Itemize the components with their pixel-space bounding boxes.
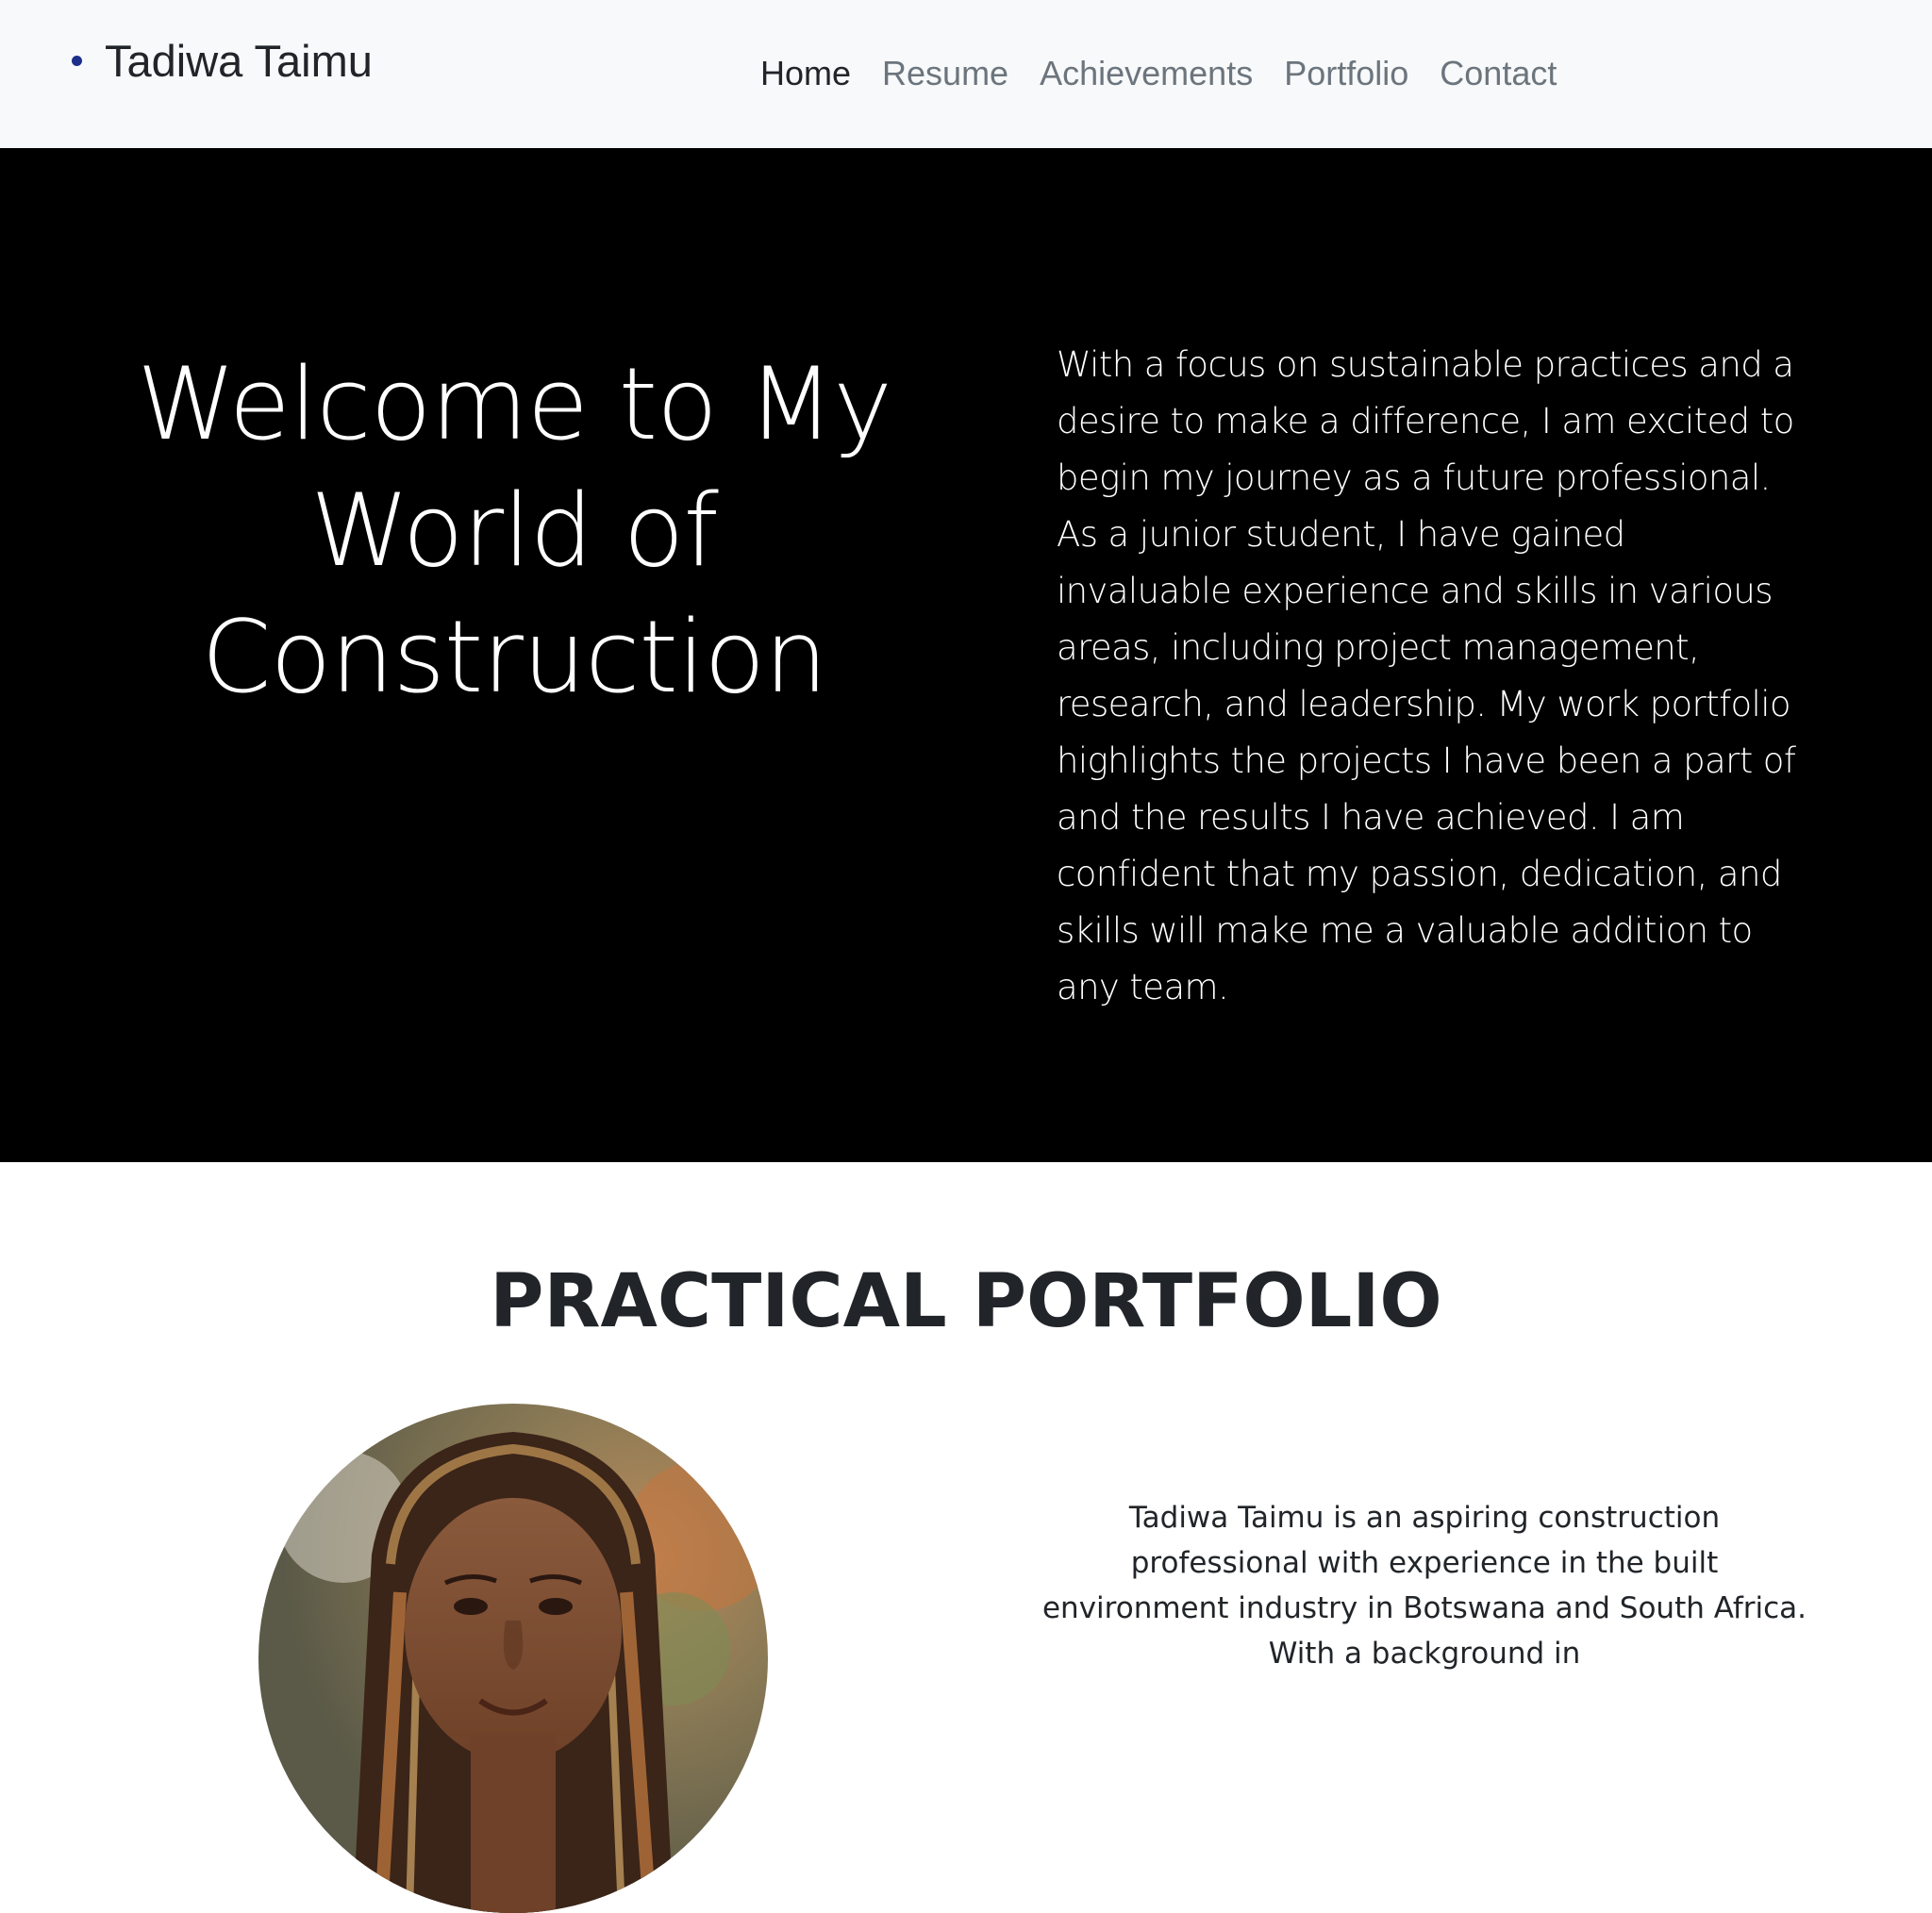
- navbar: Tadiwa Taimu Home Resume Achievements Po…: [0, 0, 1932, 148]
- nav-link-home[interactable]: Home: [760, 54, 851, 93]
- brand-name: Tadiwa Taimu: [105, 35, 373, 86]
- bullet-icon: [72, 55, 82, 66]
- portrait-image: [258, 1404, 768, 1913]
- profile-photo: [258, 1404, 768, 1913]
- brand-link[interactable]: Tadiwa Taimu: [72, 30, 373, 91]
- hero-section: Welcome to My World of Construction With…: [0, 148, 1932, 1162]
- nav-link-achievements[interactable]: Achievements: [1040, 54, 1253, 93]
- hero-intro-text: With a focus on sustainable practices an…: [1057, 344, 1796, 1007]
- nav-link-contact[interactable]: Contact: [1440, 54, 1557, 93]
- nav-link-resume[interactable]: Resume: [882, 54, 1008, 93]
- portfolio-title: PRACTICAL PORTFOLIO: [490, 1259, 1442, 1344]
- bio-text: Tadiwa Taimu is an aspiring construction…: [1041, 1501, 1807, 1671]
- hero-title: Welcome to My World of Construction: [137, 346, 892, 715]
- nav-link-portfolio[interactable]: Portfolio: [1284, 54, 1408, 93]
- nav-links: Home Resume Achievements Portfolio Conta…: [760, 47, 1557, 100]
